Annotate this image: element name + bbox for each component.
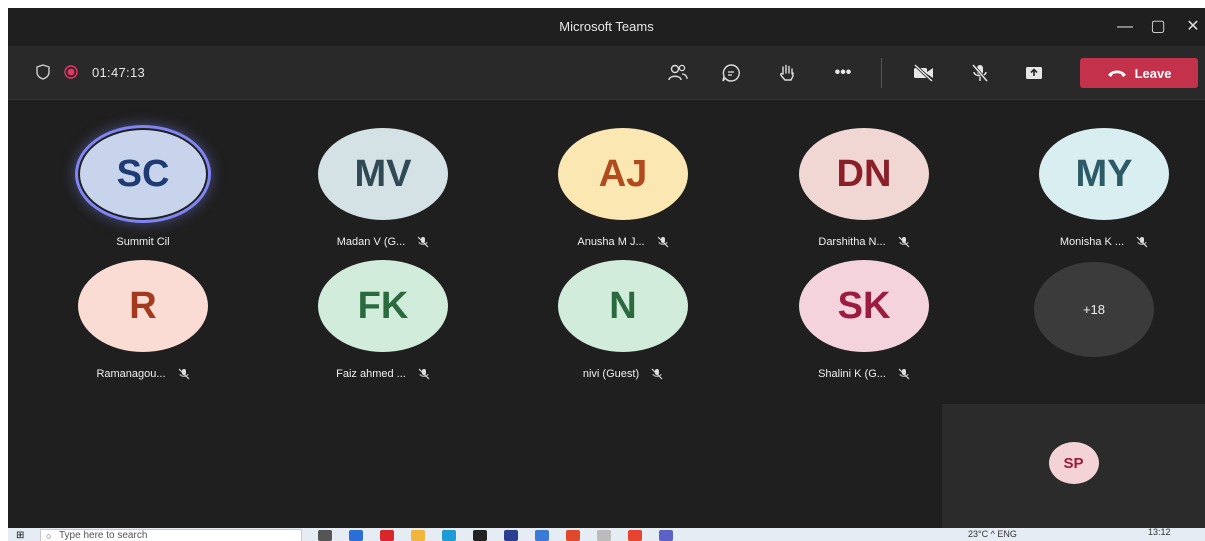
toolbar-divider — [881, 58, 882, 88]
avatar: AJ — [558, 128, 688, 220]
app-icon[interactable] — [597, 530, 611, 541]
camera-off-icon[interactable] — [912, 61, 936, 85]
phone-hangup-icon — [1107, 70, 1126, 77]
windows-start-icon[interactable]: ⊞ — [16, 531, 26, 541]
mic-muted-icon — [178, 368, 189, 380]
participant-tile[interactable]: SK Shalini K (G... — [774, 252, 954, 402]
teams-app-icon[interactable] — [659, 530, 673, 541]
share-screen-icon[interactable] — [1022, 61, 1046, 85]
meeting-toolbar: 01:47:13 ••• Leave — [8, 46, 1205, 100]
app-icon[interactable] — [504, 530, 518, 541]
chat-icon[interactable] — [719, 61, 743, 85]
avatar: MV — [318, 128, 448, 220]
participant-name: Anusha M J... — [577, 236, 645, 248]
title-bar: Microsoft Teams — ▢ ✕ — [8, 8, 1205, 46]
mic-muted-icon — [657, 236, 669, 248]
people-icon[interactable] — [666, 61, 690, 85]
more-options-icon[interactable]: ••• — [831, 61, 855, 85]
opera-app-icon[interactable] — [380, 530, 394, 541]
avatar: MY — [1039, 128, 1169, 220]
participant-tile[interactable]: MV Madan V (G... — [293, 120, 473, 270]
participant-tile[interactable]: DN Darshitha N... — [774, 120, 954, 270]
participant-tile[interactable]: FK Faiz ahmed ... — [293, 252, 473, 402]
recording-icon — [64, 65, 78, 79]
taskbar-clock[interactable]: 13:12 — [1148, 528, 1171, 537]
mic-muted-icon — [651, 368, 663, 380]
participant-tile[interactable]: AJ Anusha M J... — [533, 120, 713, 270]
mic-muted-icon[interactable] — [968, 61, 992, 85]
participant-name: nivi (Guest) — [582, 368, 640, 380]
self-view[interactable]: SP — [942, 404, 1205, 528]
search-icon: ○ — [46, 531, 52, 541]
participant-tile[interactable]: N nivi (Guest) — [533, 252, 713, 402]
participant-name: Ramanagou... — [96, 368, 166, 380]
avatar: DN — [799, 128, 929, 220]
windows-taskbar: ⊞ ○ Type here to search 23°C ^ ENG 13:12 — [8, 528, 1205, 541]
task-view-icon[interactable] — [318, 530, 332, 541]
participant-name: Summit Cil — [116, 236, 170, 248]
mic-muted-icon — [417, 236, 429, 248]
avatar: SP — [1048, 442, 1099, 484]
office-app-icon[interactable] — [566, 530, 580, 541]
mic-muted-icon — [898, 368, 910, 380]
participant-name: Monisha K ... — [1059, 236, 1125, 248]
mail-app-icon[interactable] — [349, 530, 363, 541]
mic-muted-icon — [418, 368, 430, 380]
maximize-button[interactable]: ▢ — [1145, 14, 1171, 40]
avatar: R — [78, 260, 208, 352]
leave-label: Leave — [1134, 65, 1172, 81]
leave-button[interactable]: Leave — [1080, 58, 1198, 88]
participant-name: Shalini K (G... — [818, 368, 886, 380]
participant-grid: SC Summit Cil MV Madan V (G... AJ Anusha… — [8, 100, 1205, 528]
mic-muted-icon — [898, 236, 910, 248]
close-button[interactable]: ✕ — [1180, 14, 1205, 40]
more-participants-count: +18 — [1082, 302, 1106, 317]
more-participants-button[interactable]: +18 — [1034, 262, 1154, 357]
taskbar-search-input[interactable]: ○ Type here to search — [40, 529, 302, 541]
participant-name: Faiz ahmed ... — [336, 368, 406, 380]
minimize-button[interactable]: — — [1112, 14, 1138, 40]
avatar: N — [558, 260, 688, 352]
participant-tile[interactable]: R Ramanagou... — [53, 252, 233, 402]
avatar: FK — [318, 260, 448, 352]
participant-tile[interactable]: MY Monisha K ... — [1014, 120, 1194, 270]
chrome-app-icon[interactable] — [628, 530, 642, 541]
window-title: Microsoft Teams — [559, 19, 654, 34]
system-tray[interactable]: 23°C ^ ENG — [968, 529, 1017, 539]
avatar: SC — [78, 128, 208, 220]
shield-icon — [36, 64, 50, 80]
participant-tile[interactable]: SC Summit Cil — [53, 120, 233, 270]
avatar: SK — [799, 260, 929, 352]
participant-name: Darshitha N... — [818, 236, 886, 248]
meeting-timer: 01:47:13 — [92, 64, 146, 80]
edge-app-icon[interactable] — [442, 530, 456, 541]
mic-muted-icon — [1136, 236, 1148, 248]
file-explorer-icon[interactable] — [411, 530, 425, 541]
participant-name: Madan V (G... — [336, 236, 406, 248]
app-icon[interactable] — [473, 530, 487, 541]
app-icon[interactable] — [535, 530, 549, 541]
raise-hand-icon[interactable] — [775, 61, 799, 85]
